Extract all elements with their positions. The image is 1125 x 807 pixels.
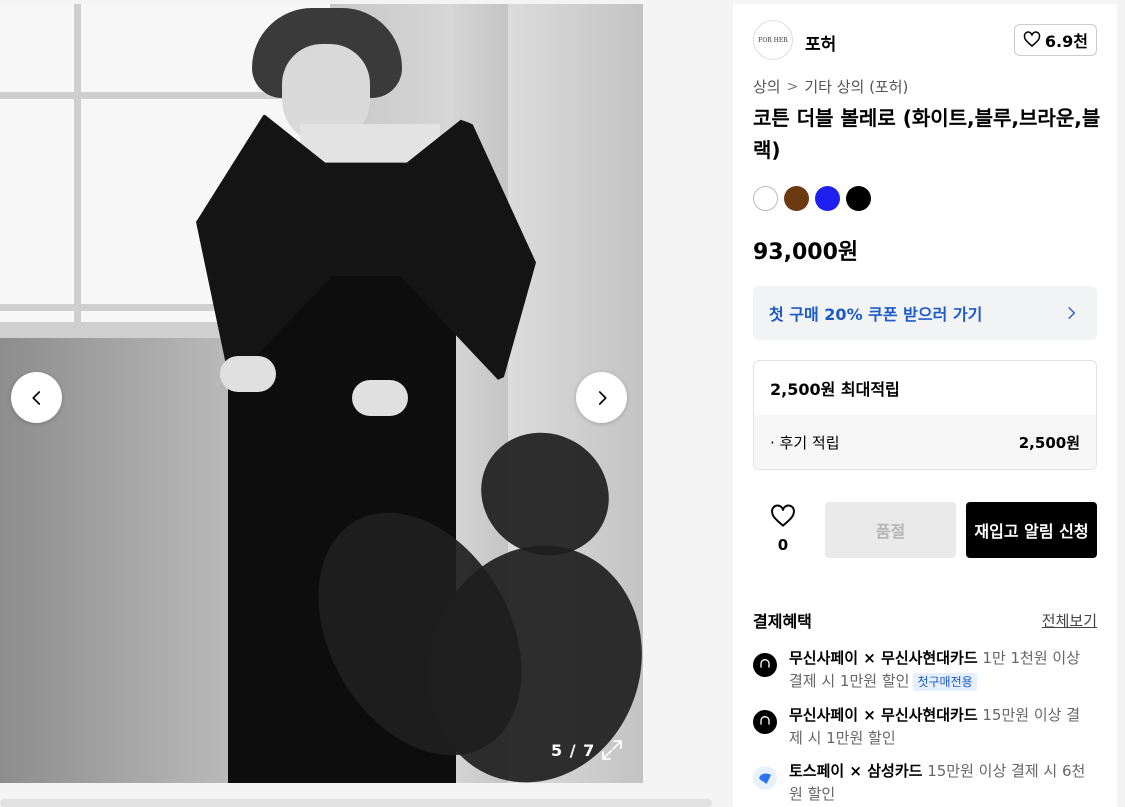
heart-icon [1023,31,1041,47]
product-title: 코튼 더블 볼레로 (화이트,블루,브라운,블랙) [753,106,1101,162]
product-page: 5 / 7 FOR HER 포허 6.9천 상의 > 기타 상의 (포허) 코튼… [0,0,1125,807]
swatch-brown[interactable] [784,186,809,211]
wishlist-count: 0 [777,536,789,554]
payment-benefits-title: 결제혜택 [753,612,812,631]
breadcrumb-category[interactable]: 상의 [753,76,781,97]
benefit-text: 토스페이 × 삼성카드 15만원 이상 결제 시 6천원 할인 [789,760,1089,806]
color-swatches [753,186,871,211]
toss-icon [753,766,777,790]
photo-model-hand [220,356,276,392]
benefit-brand: 무신사페이 × 무신사현대카드 [789,649,978,667]
points-box: 2,500원 최대적립 · 후기 적립 2,500원 [753,360,1097,470]
photo-window-frame [74,4,81,324]
product-image-gallery[interactable]: 5 / 7 [0,4,643,783]
points-review-row: · 후기 적립 2,500원 [754,415,1096,469]
musinsa-card-icon [753,653,777,677]
gallery-prev-button[interactable] [11,372,62,423]
expand-icon[interactable] [600,738,624,762]
musinsa-card-icon [753,710,777,734]
payment-benefits-header: 결제혜택 전체보기 [753,608,1097,632]
chevron-right-icon [598,390,607,405]
brand-like-count: 6.9천 [1044,32,1088,51]
purchase-actions: 0 품절 재입고 알림 신청 [753,502,1097,558]
chevron-right-icon [1068,307,1075,319]
brand-row: FOR HER 포허 6.9천 [753,20,1097,60]
chevron-left-icon [31,390,40,405]
benefit-item[interactable]: 토스페이 × 삼성카드 15만원 이상 결제 시 6천원 할인 [753,760,1097,807]
wishlist-button[interactable]: 0 [761,504,805,554]
first-purchase-coupon-banner[interactable]: 첫 구매 20% 쿠폰 받으러 가기 [753,286,1097,340]
photo-model-hand [352,380,408,416]
brand-logo[interactable]: FOR HER [753,20,793,60]
brand-like-button[interactable]: 6.9천 [1013,24,1097,56]
product-info-panel: FOR HER 포허 6.9천 상의 > 기타 상의 (포허) 코튼 더블 볼레… [733,4,1117,807]
breadcrumb-separator: > [786,78,799,95]
view-all-link[interactable]: 전체보기 [1042,610,1097,631]
benefit-brand: 무신사페이 × 무신사현대카드 [789,706,978,724]
benefit-brand: 토스페이 × 삼성카드 [789,762,923,780]
brand-name[interactable]: 포허 [805,30,836,55]
benefit-item[interactable]: 무신사페이 × 무신사현대카드 15만원 이상 결제 시 1만원 할인 [753,704,1097,754]
product-price: 93,000원 [753,240,859,265]
gallery-counter: 5 / 7 [551,741,596,760]
heart-icon [771,504,795,527]
points-review-label: · 후기 적립 [770,433,840,452]
restock-alert-button[interactable]: 재입고 알림 신청 [966,502,1097,558]
horizontal-scrollbar[interactable] [0,799,712,807]
swatch-white[interactable] [753,186,778,211]
gallery-next-button[interactable] [576,372,627,423]
benefit-item[interactable]: 무신사페이 × 무신사현대카드 1만 1천원 이상 결제 시 1만원 할인 첫구매… [753,647,1097,697]
breadcrumb-subcategory[interactable]: 기타 상의 (포허) [804,76,908,97]
points-max: 2,500원 최대적립 [770,380,900,399]
swatch-blue[interactable] [815,186,840,211]
benefit-text: 무신사페이 × 무신사현대카드 15만원 이상 결제 시 1만원 할인 [789,704,1089,750]
soldout-button: 품절 [825,502,956,558]
benefit-text: 무신사페이 × 무신사현대카드 1만 1천원 이상 결제 시 1만원 할인 첫구매… [789,647,1089,693]
swatch-black[interactable] [846,186,871,211]
coupon-label: 첫 구매 20% 쿠폰 받으러 가기 [769,305,983,324]
first-purchase-tag: 첫구매전용 [913,672,977,691]
points-review-amount: 2,500원 [1018,433,1080,452]
breadcrumb: 상의 > 기타 상의 (포허) [753,76,908,97]
